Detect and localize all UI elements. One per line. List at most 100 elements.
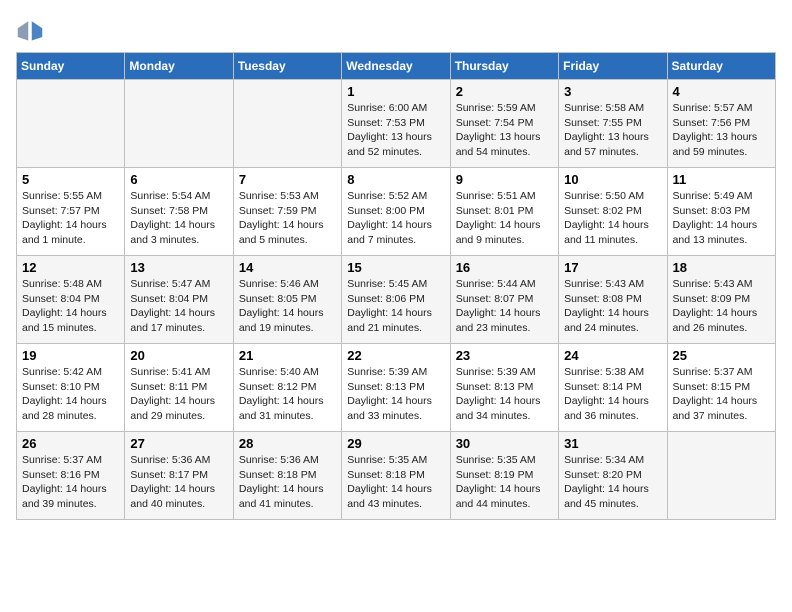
day-info: Sunrise: 5:49 AMSunset: 8:03 PMDaylight:… <box>673 189 770 248</box>
day-number: 8 <box>347 172 444 187</box>
day-number: 7 <box>239 172 336 187</box>
day-info: Sunrise: 5:50 AMSunset: 8:02 PMDaylight:… <box>564 189 661 248</box>
day-cell: 22 Sunrise: 5:39 AMSunset: 8:13 PMDayligh… <box>342 344 450 432</box>
day-cell: 4 Sunrise: 5:57 AMSunset: 7:56 PMDaylight… <box>667 80 775 168</box>
day-info: Sunrise: 5:37 AMSunset: 8:15 PMDaylight:… <box>673 365 770 424</box>
day-info: Sunrise: 5:53 AMSunset: 7:59 PMDaylight:… <box>239 189 336 248</box>
logo <box>16 16 48 44</box>
day-number: 25 <box>673 348 770 363</box>
header-row: SundayMondayTuesdayWednesdayThursdayFrid… <box>17 53 776 80</box>
day-info: Sunrise: 5:35 AMSunset: 8:19 PMDaylight:… <box>456 453 553 512</box>
day-info: Sunrise: 5:42 AMSunset: 8:10 PMDaylight:… <box>22 365 119 424</box>
day-info: Sunrise: 5:38 AMSunset: 8:14 PMDaylight:… <box>564 365 661 424</box>
day-number: 9 <box>456 172 553 187</box>
day-cell: 9 Sunrise: 5:51 AMSunset: 8:01 PMDaylight… <box>450 168 558 256</box>
day-number: 4 <box>673 84 770 99</box>
day-cell: 18 Sunrise: 5:43 AMSunset: 8:09 PMDayligh… <box>667 256 775 344</box>
day-info: Sunrise: 5:36 AMSunset: 8:18 PMDaylight:… <box>239 453 336 512</box>
day-info: Sunrise: 5:43 AMSunset: 8:09 PMDaylight:… <box>673 277 770 336</box>
day-cell: 27Sunrise: 5:36 AMSunset: 8:17 PMDayligh… <box>125 432 233 520</box>
day-info: Sunrise: 6:00 AMSunset: 7:53 PMDaylight:… <box>347 101 444 160</box>
day-cell <box>667 432 775 520</box>
day-info: Sunrise: 5:54 AMSunset: 7:58 PMDaylight:… <box>130 189 227 248</box>
day-info: Sunrise: 5:59 AMSunset: 7:54 PMDaylight:… <box>456 101 553 160</box>
day-cell: 17 Sunrise: 5:43 AMSunset: 8:08 PMDayligh… <box>559 256 667 344</box>
week-row-3: 12Sunrise: 5:48 AMSunset: 8:04 PMDayligh… <box>17 256 776 344</box>
day-number: 13 <box>130 260 227 275</box>
col-header-tuesday: Tuesday <box>233 53 341 80</box>
day-info: Sunrise: 5:48 AMSunset: 8:04 PMDaylight:… <box>22 277 119 336</box>
day-cell: 31Sunrise: 5:34 AMSunset: 8:20 PMDayligh… <box>559 432 667 520</box>
day-number: 30 <box>456 436 553 451</box>
day-number: 20 <box>130 348 227 363</box>
day-info: Sunrise: 5:41 AMSunset: 8:11 PMDaylight:… <box>130 365 227 424</box>
week-row-4: 19 Sunrise: 5:42 AMSunset: 8:10 PMDayligh… <box>17 344 776 432</box>
day-cell: 11 Sunrise: 5:49 AMSunset: 8:03 PMDayligh… <box>667 168 775 256</box>
col-header-sunday: Sunday <box>17 53 125 80</box>
col-header-saturday: Saturday <box>667 53 775 80</box>
day-cell: 7 Sunrise: 5:53 AMSunset: 7:59 PMDaylight… <box>233 168 341 256</box>
day-info: Sunrise: 5:47 AMSunset: 8:04 PMDaylight:… <box>130 277 227 336</box>
day-number: 14 <box>239 260 336 275</box>
logo-icon <box>16 16 44 44</box>
day-cell: 21Sunrise: 5:40 AMSunset: 8:12 PMDayligh… <box>233 344 341 432</box>
day-number: 10 <box>564 172 661 187</box>
day-number: 29 <box>347 436 444 451</box>
day-cell: 8 Sunrise: 5:52 AMSunset: 8:00 PMDaylight… <box>342 168 450 256</box>
day-cell: 10 Sunrise: 5:50 AMSunset: 8:02 PMDayligh… <box>559 168 667 256</box>
day-cell: 3 Sunrise: 5:58 AMSunset: 7:55 PMDaylight… <box>559 80 667 168</box>
day-info: Sunrise: 5:34 AMSunset: 8:20 PMDaylight:… <box>564 453 661 512</box>
day-cell: 26 Sunrise: 5:37 AMSunset: 8:16 PMDayligh… <box>17 432 125 520</box>
day-number: 1 <box>347 84 444 99</box>
day-info: Sunrise: 5:52 AMSunset: 8:00 PMDaylight:… <box>347 189 444 248</box>
day-cell <box>125 80 233 168</box>
day-cell: 25 Sunrise: 5:37 AMSunset: 8:15 PMDayligh… <box>667 344 775 432</box>
day-cell: 1 Sunrise: 6:00 AMSunset: 7:53 PMDaylight… <box>342 80 450 168</box>
day-info: Sunrise: 5:39 AMSunset: 8:13 PMDaylight:… <box>347 365 444 424</box>
day-number: 17 <box>564 260 661 275</box>
day-number: 15 <box>347 260 444 275</box>
day-number: 19 <box>22 348 119 363</box>
day-cell: 19 Sunrise: 5:42 AMSunset: 8:10 PMDayligh… <box>17 344 125 432</box>
day-number: 11 <box>673 172 770 187</box>
day-cell: 29 Sunrise: 5:35 AMSunset: 8:18 PMDayligh… <box>342 432 450 520</box>
day-number: 18 <box>673 260 770 275</box>
calendar-table: SundayMondayTuesdayWednesdayThursdayFrid… <box>16 52 776 520</box>
day-number: 26 <box>22 436 119 451</box>
day-number: 3 <box>564 84 661 99</box>
day-cell: 2Sunrise: 5:59 AMSunset: 7:54 PMDaylight… <box>450 80 558 168</box>
day-cell: 5 Sunrise: 5:55 AMSunset: 7:57 PMDaylight… <box>17 168 125 256</box>
day-info: Sunrise: 5:35 AMSunset: 8:18 PMDaylight:… <box>347 453 444 512</box>
day-info: Sunrise: 5:58 AMSunset: 7:55 PMDaylight:… <box>564 101 661 160</box>
day-info: Sunrise: 5:55 AMSunset: 7:57 PMDaylight:… <box>22 189 119 248</box>
day-info: Sunrise: 5:43 AMSunset: 8:08 PMDaylight:… <box>564 277 661 336</box>
day-cell: 16Sunrise: 5:44 AMSunset: 8:07 PMDayligh… <box>450 256 558 344</box>
col-header-wednesday: Wednesday <box>342 53 450 80</box>
page-header <box>16 16 776 44</box>
day-number: 28 <box>239 436 336 451</box>
day-cell: 13 Sunrise: 5:47 AMSunset: 8:04 PMDayligh… <box>125 256 233 344</box>
day-info: Sunrise: 5:46 AMSunset: 8:05 PMDaylight:… <box>239 277 336 336</box>
day-number: 5 <box>22 172 119 187</box>
day-cell <box>233 80 341 168</box>
col-header-thursday: Thursday <box>450 53 558 80</box>
day-info: Sunrise: 5:51 AMSunset: 8:01 PMDaylight:… <box>456 189 553 248</box>
day-cell: 23Sunrise: 5:39 AMSunset: 8:13 PMDayligh… <box>450 344 558 432</box>
day-number: 24 <box>564 348 661 363</box>
day-cell: 14 Sunrise: 5:46 AMSunset: 8:05 PMDayligh… <box>233 256 341 344</box>
day-cell <box>17 80 125 168</box>
day-cell: 15 Sunrise: 5:45 AMSunset: 8:06 PMDayligh… <box>342 256 450 344</box>
day-cell: 6 Sunrise: 5:54 AMSunset: 7:58 PMDaylight… <box>125 168 233 256</box>
day-cell: 12Sunrise: 5:48 AMSunset: 8:04 PMDayligh… <box>17 256 125 344</box>
col-header-monday: Monday <box>125 53 233 80</box>
day-cell: 30 Sunrise: 5:35 AMSunset: 8:19 PMDayligh… <box>450 432 558 520</box>
day-info: Sunrise: 5:57 AMSunset: 7:56 PMDaylight:… <box>673 101 770 160</box>
day-number: 16 <box>456 260 553 275</box>
day-info: Sunrise: 5:36 AMSunset: 8:17 PMDaylight:… <box>130 453 227 512</box>
day-info: Sunrise: 5:37 AMSunset: 8:16 PMDaylight:… <box>22 453 119 512</box>
day-cell: 20 Sunrise: 5:41 AMSunset: 8:11 PMDayligh… <box>125 344 233 432</box>
day-number: 6 <box>130 172 227 187</box>
day-number: 22 <box>347 348 444 363</box>
day-info: Sunrise: 5:45 AMSunset: 8:06 PMDaylight:… <box>347 277 444 336</box>
week-row-2: 5 Sunrise: 5:55 AMSunset: 7:57 PMDaylight… <box>17 168 776 256</box>
